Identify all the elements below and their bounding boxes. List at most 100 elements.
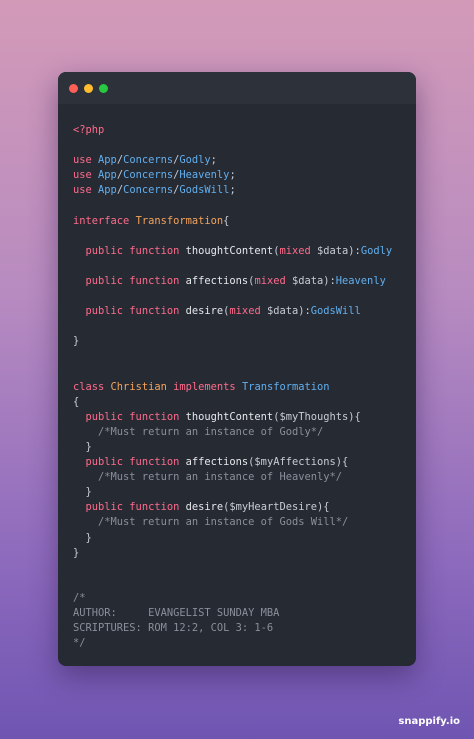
code-line: } (73, 334, 412, 349)
code-token: } (73, 335, 80, 348)
code-token: } (73, 486, 92, 499)
code-token: ; (229, 169, 236, 182)
code-token: } (73, 531, 92, 544)
code-token: affections (185, 456, 249, 469)
code-token: SCRIPTURES: ROM 12:2, COL 3: 1-6 (73, 622, 274, 635)
code-line: use App/Concerns/Heavenly; (73, 168, 412, 183)
code-token: <?php (73, 124, 105, 136)
code-token: class (73, 380, 111, 393)
code-line: public function desire(mixed $data):Gods… (73, 304, 412, 319)
code-line: public function desire($myHeartDesire){ (73, 500, 412, 515)
code-token: GodsWill (179, 184, 230, 197)
code-token: thoughtContent (185, 244, 274, 257)
code-token: App (98, 169, 117, 182)
code-token: public function (73, 305, 186, 318)
code-token: Heavenly (179, 169, 230, 182)
code-line: /*Must return an instance of Gods Will*/ (73, 515, 412, 530)
code-token: thoughtContent (185, 410, 274, 423)
code-line: /*Must return an instance of Heavenly*/ (73, 470, 412, 485)
code-token: mixed (254, 274, 292, 287)
code-token: Transformation (241, 380, 330, 393)
code-line: class Christian implements Transformatio… (73, 380, 412, 395)
code-line: use App/Concerns/Godly; (73, 153, 412, 168)
code-token: Godly (179, 154, 211, 167)
minimize-window-button[interactable] (84, 84, 93, 93)
brand-watermark: snappify.io (398, 716, 460, 727)
code-token: mixed (229, 305, 267, 318)
code-token: mixed (279, 244, 318, 257)
code-token: use (73, 169, 99, 182)
code-block: <?php use App/Concerns/Godly; use App/Conc… (73, 123, 412, 651)
code-token: Godly (360, 244, 393, 257)
code-token: Concerns (123, 154, 174, 167)
code-token: ): (348, 244, 361, 257)
code-token: Christian (110, 380, 174, 393)
code-token: ; (229, 184, 236, 197)
code-token: Concerns (123, 169, 174, 182)
code-token: public function (73, 410, 186, 423)
code-token: ($myAffections){ (248, 456, 349, 469)
code-token: } (73, 546, 80, 559)
code-token: ): (298, 305, 311, 318)
code-token: $data (291, 274, 324, 287)
code-token: /*Must return an instance of Gods Will*/ (73, 516, 349, 529)
code-token: public function (73, 244, 186, 257)
code-line: public function affections($myAffections… (73, 455, 412, 470)
code-line: SCRIPTURES: ROM 12:2, COL 3: 1-6 (73, 621, 412, 636)
code-token: Heavenly (335, 274, 386, 287)
code-token: use (73, 184, 99, 197)
code-token: public function (73, 501, 186, 514)
code-token: */ (73, 637, 86, 650)
code-line: <?php (73, 123, 412, 138)
code-token: Transformation (135, 214, 224, 227)
code-line: use App/Concerns/GodsWill; (73, 183, 412, 198)
code-token: $data (317, 244, 349, 257)
code-line: } (73, 440, 412, 455)
code-token: interface (73, 214, 136, 227)
code-line: public function affections(mixed $data):… (73, 274, 412, 289)
code-token: implements (173, 380, 242, 393)
code-line: interface Transformation{ (73, 214, 412, 229)
code-line: /*Must return an instance of Godly*/ (73, 425, 412, 440)
code-token: GodsWill (310, 305, 361, 318)
code-token: { (73, 395, 80, 408)
maximize-window-button[interactable] (99, 84, 108, 93)
code-token: AUTHOR: EVANGELIST SUNDAY MBA (73, 607, 280, 619)
code-token: public function (73, 274, 186, 287)
code-line: public function thoughtContent($myThough… (73, 410, 412, 425)
code-line: public function thoughtContent(mixed $da… (73, 244, 412, 259)
window-titlebar (58, 72, 416, 104)
code-token: $data (266, 305, 299, 318)
close-window-button[interactable] (69, 84, 78, 93)
code-token: App (98, 154, 117, 167)
code-token: /* (73, 591, 86, 604)
code-token: } (73, 440, 92, 453)
code-line: } (73, 531, 412, 546)
code-token: /*Must return an instance of Heavenly*/ (73, 471, 342, 484)
code-token: App (98, 184, 117, 197)
code-token: public function (73, 456, 186, 469)
code-line: /* (73, 591, 412, 606)
code-token: ): (323, 274, 336, 287)
code-token: affections (185, 274, 249, 287)
code-token: ($myHeartDesire){ (223, 501, 330, 514)
code-token: ; (210, 154, 217, 167)
code-window: <?php use App/Concerns/Godly; use App/Conc… (58, 72, 416, 666)
code-line: } (73, 485, 412, 500)
code-token: { (223, 214, 230, 227)
code-line: } (73, 546, 412, 561)
code-line: { (73, 395, 412, 410)
code-line: AUTHOR: EVANGELIST SUNDAY MBA (73, 606, 412, 621)
code-token: desire (185, 501, 224, 514)
code-token: Concerns (123, 184, 174, 197)
code-token: desire (185, 305, 224, 318)
